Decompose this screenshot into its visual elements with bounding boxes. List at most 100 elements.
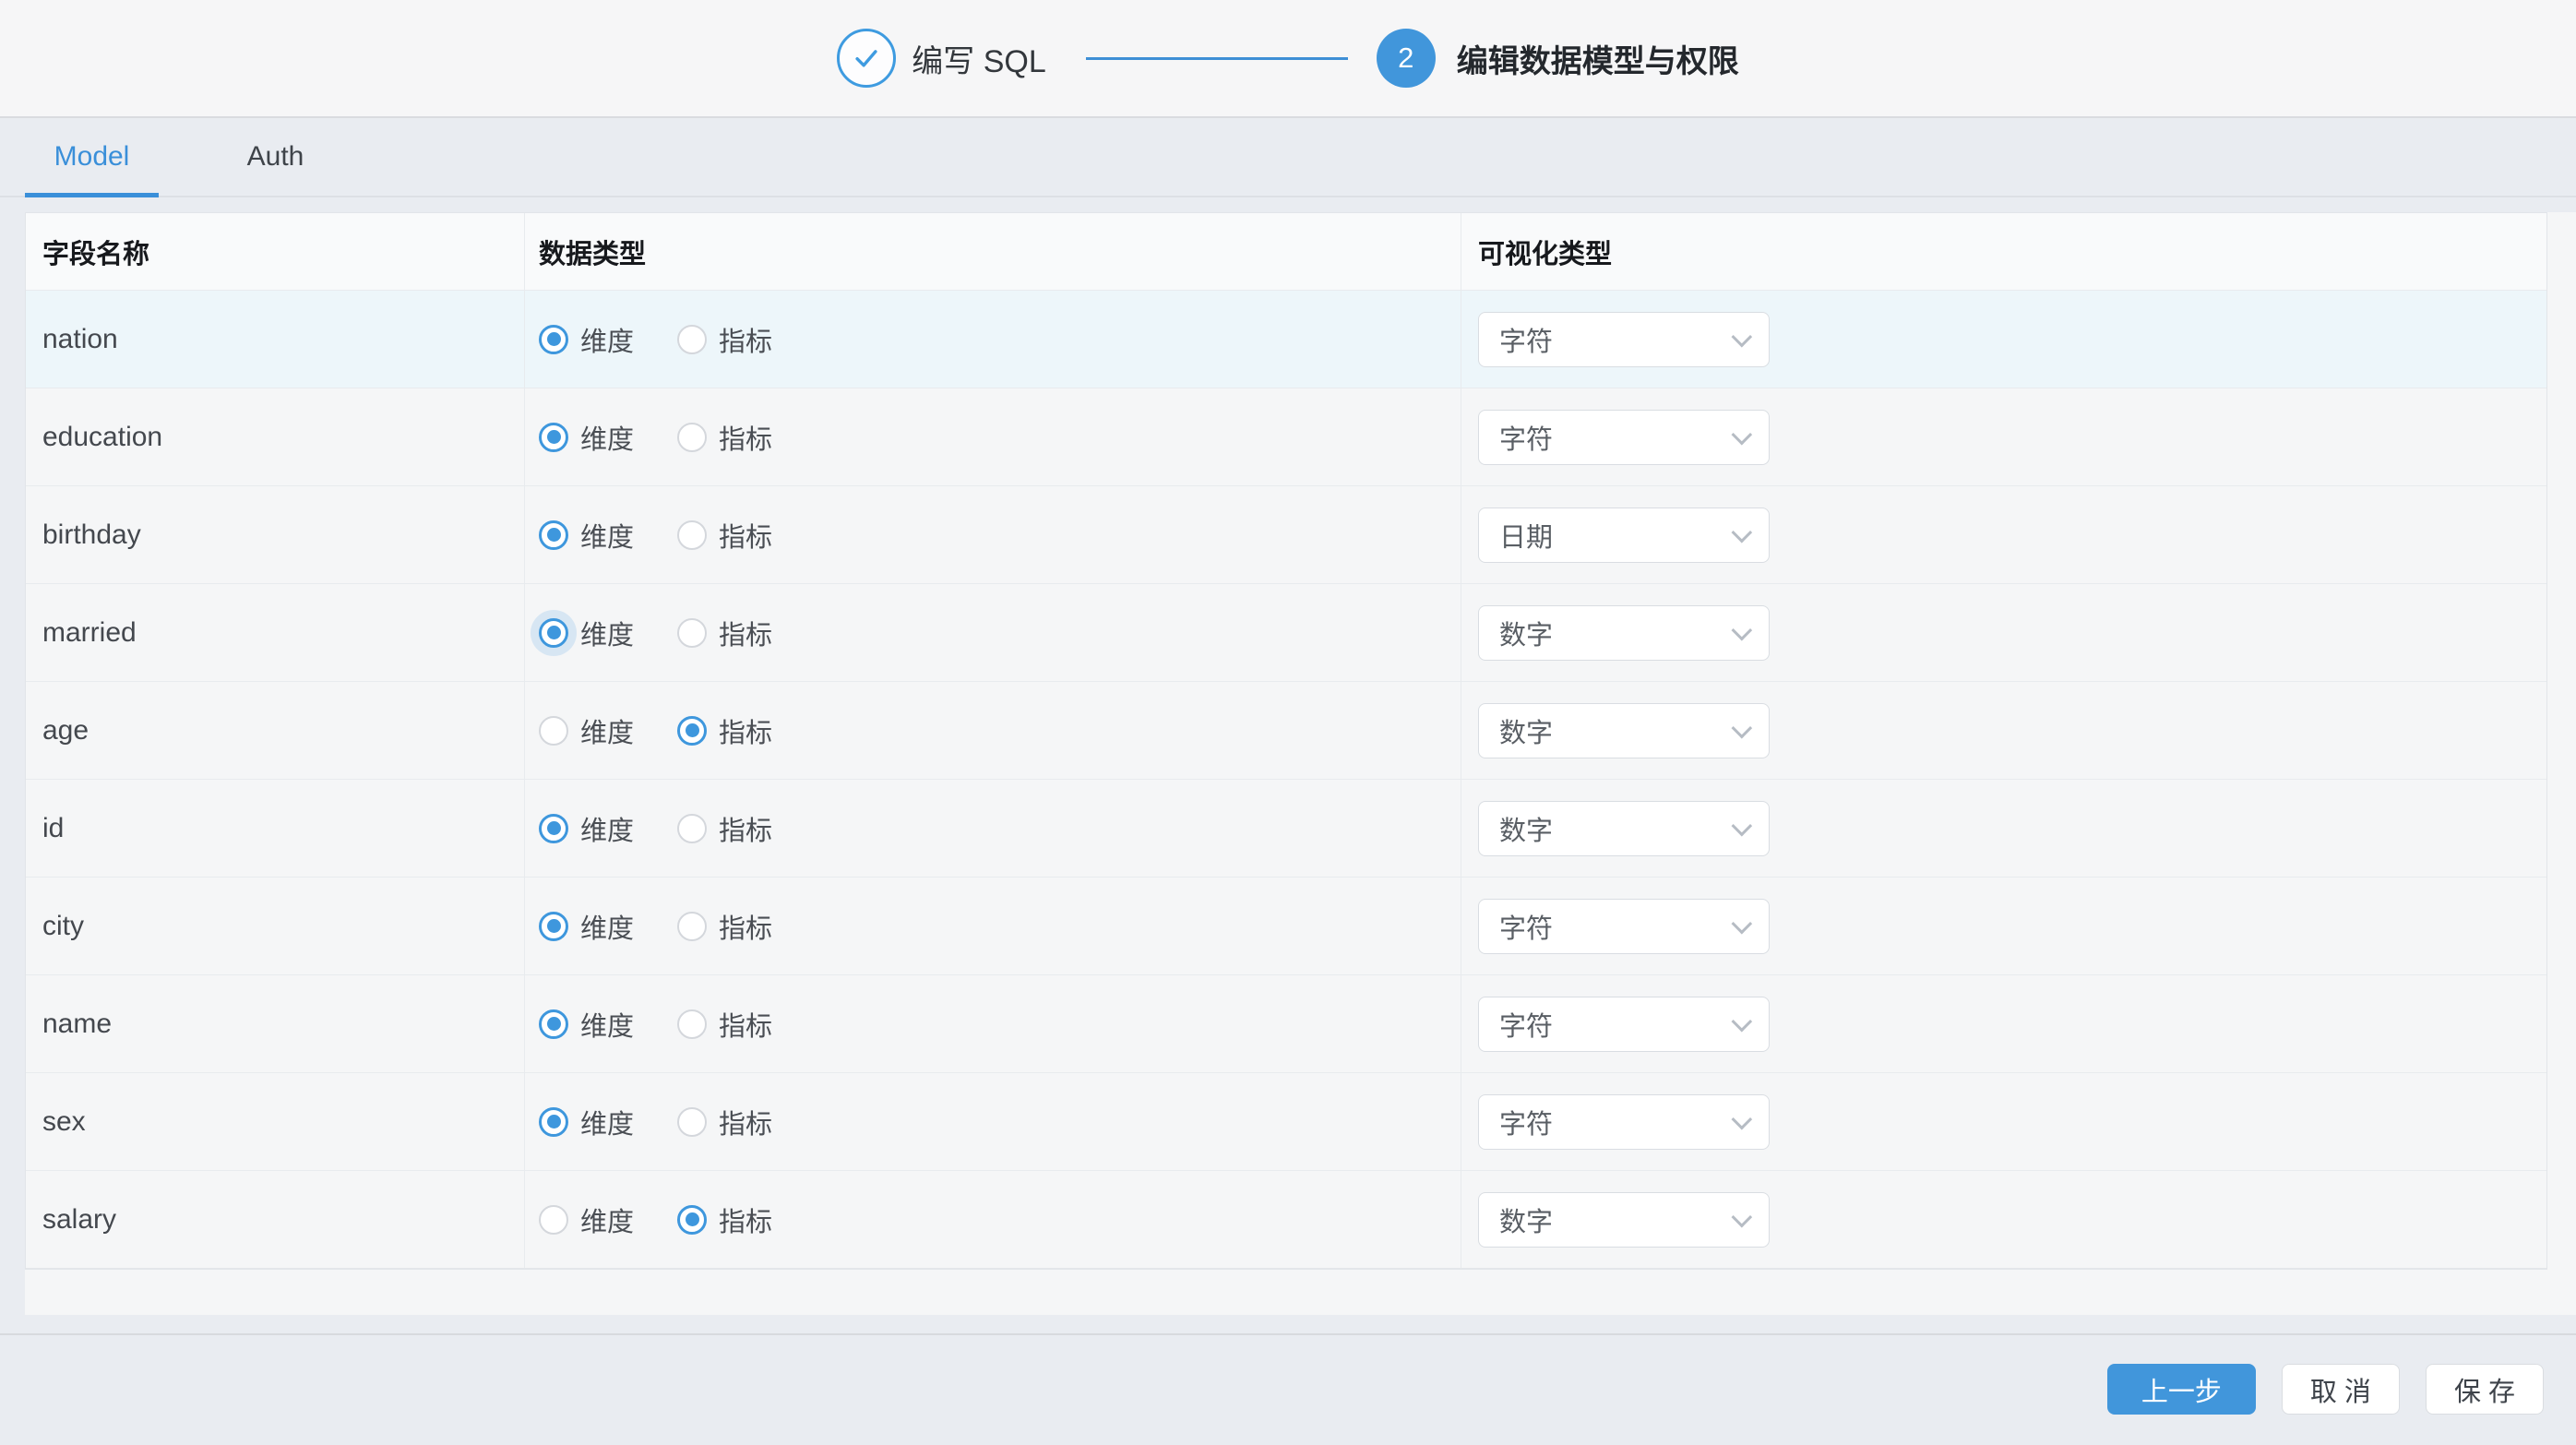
dimension-radio[interactable]: 维度	[539, 1005, 634, 1044]
vis-type-select[interactable]: 数字	[1478, 703, 1770, 758]
vis-type-select[interactable]: 字符	[1478, 899, 1770, 954]
data-type-cell: 维度 指标	[525, 975, 1461, 1072]
table-row: birthday 维度 指标 日期	[26, 486, 2546, 584]
metric-radio[interactable]: 指标	[677, 516, 772, 555]
chevron-down-icon	[1732, 1206, 1753, 1227]
data-type-cell: 维度 指标	[525, 291, 1461, 388]
check-icon	[851, 42, 882, 74]
field-name-cell: name	[26, 975, 525, 1072]
tab-bar: Model Auth	[0, 118, 2576, 197]
dimension-radio-label: 维度	[580, 809, 634, 848]
vis-type-select[interactable]: 字符	[1478, 410, 1770, 465]
dimension-radio[interactable]: 维度	[539, 1103, 634, 1141]
table-row: nation 维度 指标 字符	[26, 291, 2546, 388]
stepper-connector-line	[1086, 57, 1348, 60]
vis-type-cell: 字符	[1461, 975, 2546, 1072]
radio-circle-icon	[539, 1009, 568, 1039]
field-name-cell: nation	[26, 291, 525, 388]
vis-type-select-value: 字符	[1499, 1103, 1732, 1141]
vis-type-select[interactable]: 字符	[1478, 997, 1770, 1052]
metric-radio[interactable]: 指标	[677, 320, 772, 359]
metric-radio[interactable]: 指标	[677, 1103, 772, 1141]
metric-radio[interactable]: 指标	[677, 711, 772, 750]
dimension-radio[interactable]: 维度	[539, 907, 634, 946]
vis-type-select[interactable]: 数字	[1478, 605, 1770, 661]
vis-type-select[interactable]: 数字	[1478, 1192, 1770, 1248]
previous-step-button[interactable]: 上一步	[2107, 1364, 2256, 1415]
field-name-cell: sex	[26, 1073, 525, 1170]
radio-dot	[547, 1017, 561, 1031]
dimension-radio-label: 维度	[580, 614, 634, 652]
vis-type-select[interactable]: 日期	[1478, 508, 1770, 563]
dimension-radio[interactable]: 维度	[539, 614, 634, 652]
metric-radio[interactable]: 指标	[677, 1005, 772, 1044]
field-name: salary	[42, 1204, 116, 1236]
chevron-down-icon	[1732, 326, 1753, 347]
field-name-cell: married	[26, 584, 525, 681]
metric-radio-label: 指标	[719, 1200, 772, 1239]
table-row: name 维度 指标 字符	[26, 975, 2546, 1073]
radio-circle-icon	[539, 520, 568, 550]
radio-circle-icon	[677, 1107, 707, 1137]
radio-dot	[686, 528, 699, 542]
radio-dot	[686, 919, 699, 933]
cancel-button[interactable]: 取 消	[2282, 1364, 2400, 1415]
step-write-sql: 编写 SQL	[837, 29, 1045, 88]
vis-type-cell: 数字	[1461, 780, 2546, 877]
vis-type-select-value: 日期	[1499, 516, 1732, 555]
chevron-down-icon	[1732, 913, 1753, 934]
metric-radio[interactable]: 指标	[677, 614, 772, 652]
tab-auth[interactable]: Auth	[218, 118, 333, 196]
radio-dot	[686, 723, 699, 737]
dimension-radio-label: 维度	[580, 1200, 634, 1239]
metric-radio[interactable]: 指标	[677, 418, 772, 457]
step-1-completed-circle	[837, 29, 896, 88]
field-name-cell: id	[26, 780, 525, 877]
dimension-radio[interactable]: 维度	[539, 809, 634, 848]
chevron-down-icon	[1732, 424, 1753, 445]
vis-type-cell: 字符	[1461, 291, 2546, 388]
dimension-radio[interactable]: 维度	[539, 711, 634, 750]
metric-radio[interactable]: 指标	[677, 907, 772, 946]
vis-type-select[interactable]: 字符	[1478, 312, 1770, 367]
dimension-radio-label: 维度	[580, 711, 634, 750]
data-type-cell: 维度 指标	[525, 486, 1461, 583]
vis-type-select-value: 字符	[1499, 418, 1732, 457]
field-name: city	[42, 911, 84, 942]
tab-model[interactable]: Model	[25, 118, 159, 196]
step-2-number-badge: 2	[1377, 29, 1436, 88]
dimension-radio[interactable]: 维度	[539, 320, 634, 359]
vis-type-cell: 字符	[1461, 878, 2546, 974]
dimension-radio[interactable]: 维度	[539, 418, 634, 457]
metric-radio-label: 指标	[719, 1103, 772, 1141]
chevron-down-icon	[1732, 815, 1753, 836]
field-name: name	[42, 1009, 112, 1040]
chevron-down-icon	[1732, 1108, 1753, 1129]
metric-radio-label: 指标	[719, 711, 772, 750]
save-button[interactable]: 保 存	[2426, 1364, 2544, 1415]
vis-type-select[interactable]: 数字	[1478, 801, 1770, 856]
radio-dot	[686, 821, 699, 835]
metric-radio-label: 指标	[719, 614, 772, 652]
radio-dot	[547, 528, 561, 542]
dimension-radio[interactable]: 维度	[539, 516, 634, 555]
dimension-radio[interactable]: 维度	[539, 1200, 634, 1239]
field-table-panel: 字段名称 数据类型 可视化类型 nation 维度 指标	[25, 212, 2576, 1315]
main-content: Model Auth 字段名称 数据类型 可视化类型 nation 维度	[0, 118, 2576, 1333]
table-body: nation 维度 指标 字符 educatio	[26, 291, 2546, 1269]
metric-radio[interactable]: 指标	[677, 1200, 772, 1239]
table-row: education 维度 指标 字符	[26, 388, 2546, 486]
radio-circle-icon	[677, 716, 707, 746]
chevron-down-icon	[1732, 1010, 1753, 1032]
field-name: age	[42, 715, 89, 746]
vis-type-select[interactable]: 字符	[1478, 1094, 1770, 1150]
radio-circle-icon	[677, 325, 707, 354]
radio-circle-icon	[539, 1107, 568, 1137]
data-type-cell: 维度 指标	[525, 584, 1461, 681]
metric-radio[interactable]: 指标	[677, 809, 772, 848]
metric-radio-label: 指标	[719, 809, 772, 848]
field-name: nation	[42, 324, 118, 355]
radio-circle-icon	[677, 618, 707, 648]
radio-dot	[547, 1115, 561, 1129]
chevron-down-icon	[1732, 521, 1753, 543]
